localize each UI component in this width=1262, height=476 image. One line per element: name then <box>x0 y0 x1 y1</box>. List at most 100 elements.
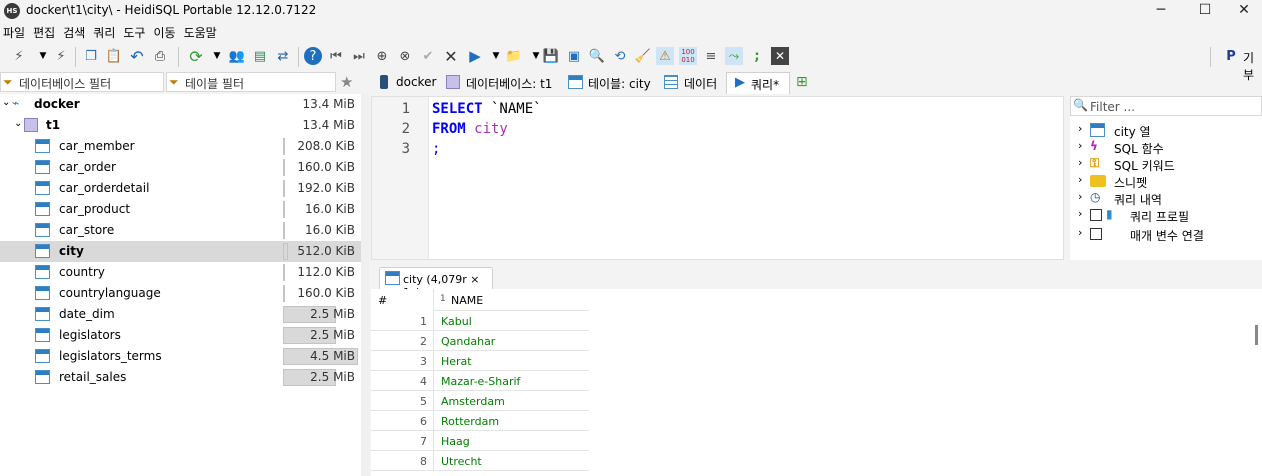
database-filter-input[interactable]: ⏷ 데이터베이스 필터 <box>0 72 164 92</box>
wrap-icon[interactable]: ≡ <box>702 47 720 65</box>
helper-item[interactable]: › ϟ SQL 함수 <box>1078 139 1258 156</box>
users-icon[interactable]: 👥 <box>228 47 246 65</box>
first-record-icon[interactable]: ⏮ <box>327 47 345 65</box>
tree-table-item[interactable]: legislators_terms 4.5 MiB <box>0 346 361 367</box>
tree-table-item[interactable]: car_order 160.0 KiB <box>0 157 361 178</box>
chevron-down-icon[interactable]: ⌄ <box>2 97 10 108</box>
menu-help[interactable]: 도움말 <box>181 22 222 41</box>
vertical-scrollbar[interactable] <box>1255 325 1258 345</box>
paypal-icon[interactable]: P <box>1222 47 1240 65</box>
binary-icon[interactable]: 100 010 <box>679 47 697 65</box>
replace-icon[interactable]: ⟲ <box>611 47 629 65</box>
helper-item[interactable]: › ◷ 쿼리 내역 <box>1078 190 1258 207</box>
search-icon[interactable]: 🔍 <box>588 47 606 65</box>
table-row[interactable]: 1 Kabul <box>371 311 589 331</box>
save-snippet-icon[interactable]: ▣ <box>565 47 583 65</box>
tree-table-item[interactable]: retail_sales 2.5 MiB <box>0 367 361 388</box>
clear-icon[interactable]: 🧹 <box>634 47 652 65</box>
post-record-icon[interactable]: ✔ <box>419 47 437 65</box>
new-query-tab-icon[interactable]: ⊞ <box>796 74 808 90</box>
tree-table-item[interactable]: car_orderdetail 192.0 KiB <box>0 178 361 199</box>
delete-record-icon[interactable]: ⊗ <box>396 47 414 65</box>
column-header-name[interactable]: 1 NAME <box>433 289 589 311</box>
run-query-icon[interactable]: ▶ <box>466 47 484 65</box>
close-window-button[interactable]: ✕ <box>1226 0 1262 22</box>
chevron-down-icon[interactable]: ⌄ <box>14 118 22 129</box>
last-record-icon[interactable]: ⏭ <box>350 47 368 65</box>
tab-table[interactable]: 테이블: city <box>564 72 658 94</box>
table-row[interactable]: 8 Utrecht <box>371 451 589 471</box>
dropdown-arrow-icon[interactable]: ▼ <box>208 47 226 65</box>
export-icon[interactable]: ▤ <box>251 47 269 65</box>
favorite-star-icon[interactable]: ★ <box>340 73 353 91</box>
result-tab[interactable]: city (4,079r × 1c) <box>379 267 493 299</box>
tree-table-item[interactable]: car_member 208.0 KiB <box>0 136 361 157</box>
semicolon-icon[interactable]: ; <box>748 47 766 65</box>
disconnect-icon[interactable]: ⚡ <box>52 47 70 65</box>
help-icon[interactable]: ? <box>304 47 322 65</box>
dropdown-arrow-icon[interactable]: ▼ <box>487 47 505 65</box>
menu-edit[interactable]: 편집 <box>30 22 60 41</box>
insert-record-icon[interactable]: ⊕ <box>373 47 391 65</box>
tree-table-item[interactable]: countrylanguage 160.0 KiB <box>0 283 361 304</box>
refresh-icon[interactable]: ⟳ <box>187 47 205 66</box>
open-folder-icon[interactable]: 📁 <box>505 47 523 65</box>
undo-icon[interactable]: ↶ <box>128 47 146 66</box>
tree-table-item[interactable]: car_store 16.0 KiB <box>0 220 361 241</box>
minimize-button[interactable]: ─ <box>1138 0 1184 22</box>
connect-icon[interactable]: ⚡ <box>10 47 28 65</box>
chevron-right-icon[interactable]: › <box>1078 173 1082 186</box>
tree-table-item[interactable]: country 112.0 KiB <box>0 262 361 283</box>
chevron-right-icon[interactable]: › <box>1078 156 1082 169</box>
table-row[interactable]: 4 Mazar-e-Sharif <box>371 371 589 391</box>
maximize-button[interactable]: ☐ <box>1182 0 1228 22</box>
tree-table-item[interactable]: city 512.0 KiB <box>0 241 361 262</box>
helper-filter-input[interactable]: 🔍 Filter ... <box>1070 96 1262 116</box>
tab-database[interactable]: 데이터베이스: t1 <box>442 72 561 94</box>
chevron-right-icon[interactable]: › <box>1078 226 1082 239</box>
autocomplete-icon[interactable]: ⤳ <box>725 47 743 65</box>
tab-data[interactable]: 데이터 <box>660 72 724 94</box>
chevron-right-icon[interactable]: › <box>1078 207 1082 220</box>
chevron-right-icon[interactable]: › <box>1078 139 1082 152</box>
tab-query[interactable]: ▶ 쿼리* <box>726 72 790 94</box>
helper-item[interactable]: › ▮ 쿼리 프로필 <box>1078 207 1258 224</box>
sync-icon[interactable]: ⇄ <box>274 47 292 65</box>
helper-item[interactable]: › 스니펫 <box>1078 173 1258 190</box>
database-tree: ⌄ ⌁ docker 13.4 MiB ⌄ t1 13.4 MiB car_me… <box>0 94 361 476</box>
helper-item[interactable]: › 매개 변수 연결 <box>1078 226 1258 243</box>
save-icon[interactable]: 💾 <box>542 47 560 65</box>
tree-table-item[interactable]: date_dim 2.5 MiB <box>0 304 361 325</box>
print-icon[interactable]: ⎙ <box>151 47 169 65</box>
helper-item[interactable]: › city 열 <box>1078 122 1258 139</box>
tree-node-server[interactable]: ⌄ ⌁ docker 13.4 MiB <box>0 94 361 115</box>
tree-node-database[interactable]: ⌄ t1 13.4 MiB <box>0 115 361 136</box>
splitter[interactable] <box>361 94 369 476</box>
menu-search[interactable]: 검색 <box>60 22 90 41</box>
helper-checkbox[interactable] <box>1090 209 1102 221</box>
tree-table-item[interactable]: legislators 2.5 MiB <box>0 325 361 346</box>
query-editor[interactable]: 1 2 3 SELECT `NAME` FROM city ; <box>371 96 1064 260</box>
dropdown-arrow-icon[interactable]: ▼ <box>34 47 52 65</box>
warning-icon[interactable]: ⚠ <box>656 47 674 65</box>
helper-item[interactable]: › ⚿ SQL 키워드 <box>1078 156 1258 173</box>
table-row[interactable]: 5 Amsterdam <box>371 391 589 411</box>
table-row[interactable]: 3 Herat <box>371 351 589 371</box>
tab-host[interactable]: docker <box>372 72 442 94</box>
table-row[interactable]: 7 Haag <box>371 431 589 451</box>
tree-table-item[interactable]: car_product 16.0 KiB <box>0 199 361 220</box>
paste-icon[interactable]: 📋 <box>105 47 123 65</box>
table-filter-input[interactable]: ⏷ 테이블 필터 <box>166 72 336 92</box>
helper-checkbox[interactable] <box>1090 228 1102 240</box>
table-row[interactable]: 6 Rotterdam <box>371 411 589 431</box>
close-tab-icon[interactable]: ✕ <box>771 47 789 65</box>
copy-icon[interactable]: ❐ <box>82 47 100 65</box>
table-row[interactable]: 2 Qandahar <box>371 331 589 351</box>
menu-query[interactable]: 쿼리 <box>90 22 120 41</box>
chevron-right-icon[interactable]: › <box>1078 122 1082 135</box>
chevron-right-icon[interactable]: › <box>1078 190 1082 203</box>
menu-tools[interactable]: 도구 <box>120 22 150 41</box>
cancel-icon[interactable]: ✕ <box>442 47 460 66</box>
menu-go[interactable]: 이동 <box>150 22 180 41</box>
menu-file[interactable]: 파일 <box>0 22 30 41</box>
